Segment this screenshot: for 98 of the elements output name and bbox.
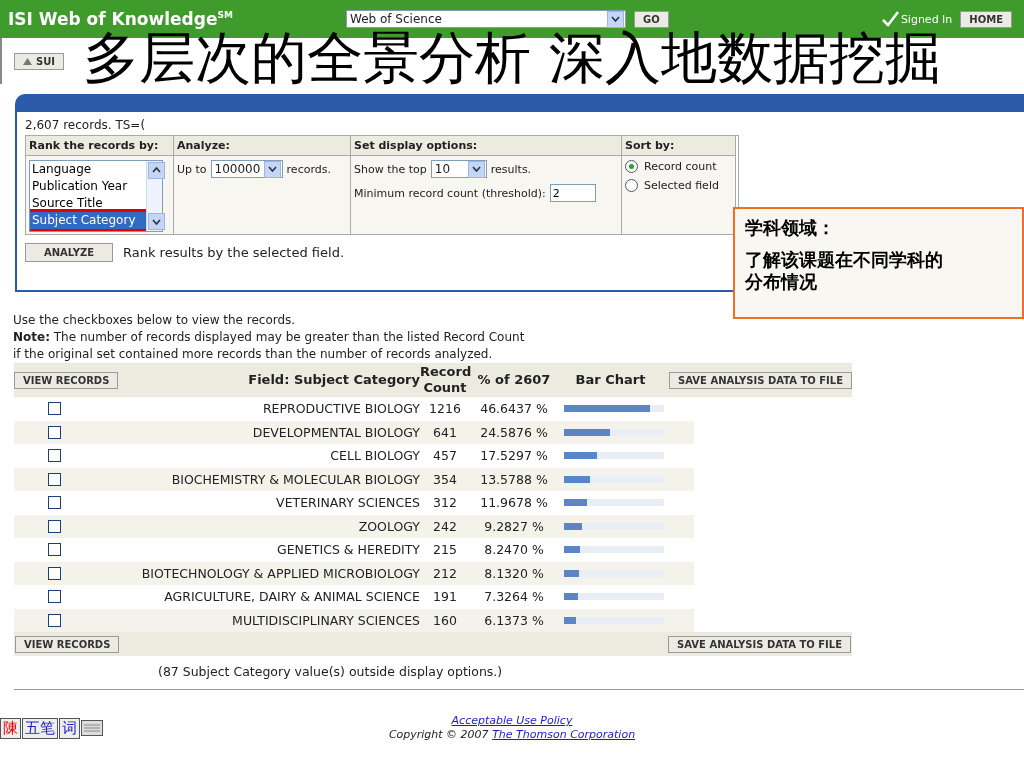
row-checkbox[interactable] — [47, 496, 61, 510]
row-checkbox[interactable] — [47, 566, 61, 580]
instructions-text: Use the checkboxes below to view the records. — [13, 312, 297, 329]
count-cell-text: 215 — [432, 542, 458, 558]
signed-in-label: Signed In — [880, 11, 953, 27]
count-cell-text: 641 — [432, 424, 458, 440]
column-header: Sort by: — [622, 136, 736, 156]
save-data-button[interactable]: SAVE ANALYSIS DATA TO FILE — [668, 635, 851, 653]
count-cell-text: 212 — [432, 565, 458, 581]
column-header: % of 2607 — [476, 372, 552, 388]
site-logo: ISI Web of Knowledge$^{SM}$ — [8, 9, 234, 29]
threshold-label: Minimum record count (threshold): — [354, 186, 546, 200]
field-cell-text: ZOOLOGY — [357, 518, 420, 534]
show-top-label: Show the top — [354, 162, 427, 176]
radio-label: Record count — [644, 160, 717, 173]
count-cell-text: 354 — [432, 471, 458, 487]
records-line: 2,607 records. TS=( — [25, 118, 147, 132]
ime-key[interactable]: 五笔 — [22, 717, 58, 739]
column-header: Rank the records by: — [26, 136, 174, 156]
row-checkbox[interactable] — [47, 425, 61, 439]
field-cell-text: DEVELOPMENTAL BIOLOGY — [251, 424, 420, 440]
view-records-button[interactable]: VIEW RECORDS — [14, 371, 119, 389]
column-header: Record Count — [420, 364, 470, 396]
count-cell-text: 191 — [432, 589, 458, 605]
toolbar-button[interactable]: SUI — [14, 52, 65, 70]
database-select[interactable]: Web of Science — [346, 10, 626, 28]
rank-field-list[interactable]: Language Publication Year Source Title Subject Category — [29, 160, 163, 232]
row-checkbox[interactable] — [47, 449, 61, 463]
ime-key[interactable]: 词 — [59, 717, 80, 739]
percent-cell-text: 13.5788 % — [479, 471, 549, 487]
field-cell-text: CELL BIOLOGY — [329, 448, 420, 464]
copyright-text: Copyright © 2007 — [388, 728, 489, 741]
column-header: Analyze: — [174, 136, 351, 156]
count-cell-text: 242 — [432, 518, 458, 534]
show-top-suffix: results. — [490, 162, 532, 176]
note-text: Note: The number of records displayed may be greater than the listed Record Count — [13, 329, 526, 346]
percent-cell-text: 8.2470 % — [483, 542, 545, 558]
record-limit-select[interactable]: 100000 — [210, 160, 283, 178]
note-text: if the original set contained more records than the number of records analyzed. — [13, 346, 494, 363]
percent-cell-text: 17.5297 % — [479, 448, 549, 464]
list-option[interactable]: Source Title — [30, 195, 146, 212]
percent-cell-text: 11.9678 % — [479, 495, 549, 511]
caret-icon — [471, 166, 481, 172]
radio-button[interactable] — [625, 179, 638, 192]
count-cell-text: 1216 — [428, 401, 462, 417]
row-checkbox[interactable] — [47, 613, 61, 627]
keyboard-icon[interactable] — [81, 720, 103, 736]
percent-cell-text: 6.1373 % — [483, 612, 545, 628]
count-cell-text: 160 — [432, 612, 458, 628]
policy-link[interactable]: Acceptable Use Policy — [451, 714, 573, 727]
company-link[interactable]: The Thomson Corporation — [492, 728, 636, 741]
ime-key[interactable]: 陳 — [0, 717, 21, 739]
row-checkbox[interactable] — [47, 519, 61, 533]
callout-text: 了解该课题在不同学科的分布情况 — [745, 249, 944, 293]
row-checkbox[interactable] — [47, 590, 61, 604]
callout-heading: 学科领域： — [745, 217, 836, 239]
analyze-suffix: records. — [286, 162, 331, 176]
field-cell-text: MULTIDISCIPLINARY SCIENCES — [231, 612, 420, 628]
caret-icon — [152, 218, 161, 225]
analyze-button[interactable]: ANALYZE — [25, 243, 113, 262]
caret-icon — [267, 166, 277, 172]
field-cell-text: GENETICS & HEREDITY — [276, 542, 420, 558]
field-cell-text: BIOTECHNOLOGY & APPLIED MICROBIOLOGY — [140, 565, 420, 581]
top-count-select[interactable]: 10 — [430, 160, 487, 178]
go-button[interactable]: GO — [634, 10, 669, 28]
home-button[interactable]: HOME — [960, 10, 1012, 28]
list-option[interactable]: Publication Year — [30, 178, 146, 195]
percent-cell-text: 8.1320 % — [483, 565, 545, 581]
radio-label: Selected field — [644, 179, 719, 192]
percent-cell-text: 7.3264 % — [483, 589, 545, 605]
column-header: Bar Chart — [574, 372, 647, 388]
checkmark-icon — [880, 11, 899, 27]
field-cell-text: AGRICULTURE, DAIRY & ANIMAL SCIENCE — [163, 589, 420, 605]
row-checkbox[interactable] — [47, 543, 61, 557]
save-data-button[interactable]: SAVE ANALYSIS DATA TO FILE — [669, 371, 852, 389]
triangle-icon — [23, 57, 32, 65]
percent-cell-text: 46.6437 % — [479, 401, 549, 417]
analyze-hint: Rank results by the selected field. — [123, 245, 345, 260]
radio-button[interactable] — [625, 160, 638, 173]
caret-icon — [152, 167, 161, 174]
outside-note: (87 Subject Category value(s) outside display options.) — [157, 663, 504, 679]
percent-cell-text: 9.2827 % — [483, 518, 545, 534]
list-option[interactable]: Subject Category — [30, 212, 146, 229]
row-checkbox[interactable] — [47, 402, 61, 416]
count-cell-text: 312 — [432, 495, 458, 511]
count-cell-text: 457 — [432, 448, 458, 464]
list-option[interactable]: Language — [30, 161, 146, 178]
field-cell-text: REPRODUCTIVE BIOLOGY — [261, 401, 420, 417]
column-header: Field: Subject Category — [247, 372, 420, 388]
threshold-field[interactable]: 2 — [549, 184, 596, 202]
view-records-button[interactable]: VIEW RECORDS — [15, 635, 120, 653]
field-cell-text: VETERINARY SCIENCES — [275, 495, 420, 511]
percent-cell-text: 24.5876 % — [479, 424, 549, 440]
analyze-prefix: Up to — [177, 162, 207, 176]
field-cell-text: BIOCHEMISTRY & MOLECULAR BIOLOGY — [170, 471, 420, 487]
row-checkbox[interactable] — [47, 472, 61, 486]
column-header: Set display options: — [351, 136, 622, 156]
caret-icon — [611, 16, 620, 22]
